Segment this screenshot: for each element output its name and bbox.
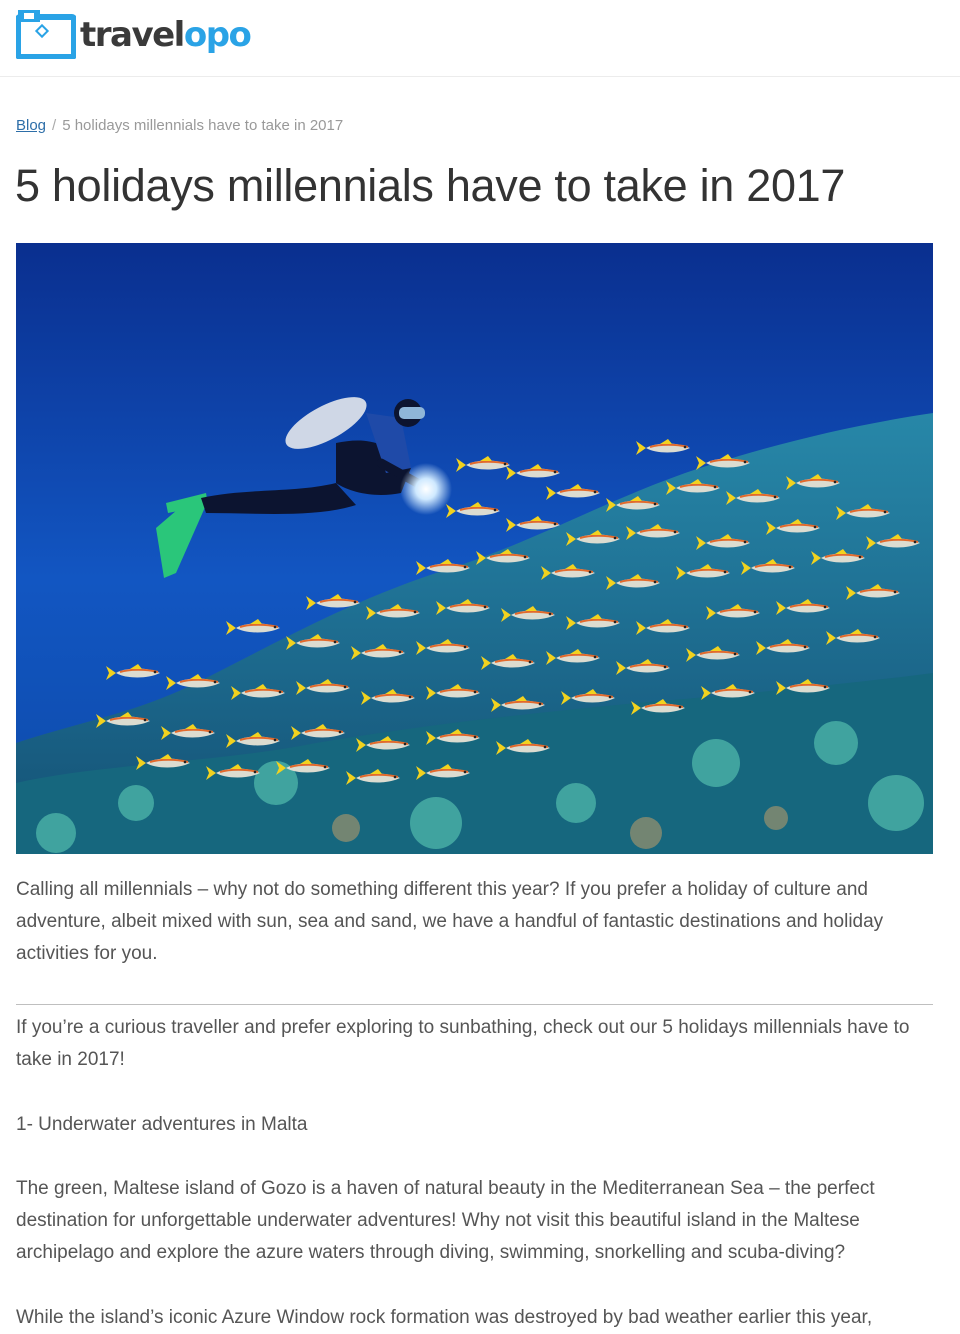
suitcase-logo-icon: [16, 10, 76, 59]
article-divider: [16, 1004, 933, 1005]
breadcrumb: Blog / 5 holidays millennials have to take…: [16, 117, 343, 134]
scuba-diver-photo: [16, 243, 933, 854]
hero-image: [16, 243, 933, 854]
breadcrumb-current: 5 holidays millennials have to take in 2…: [62, 117, 344, 134]
breadcrumb-blog-link[interactable]: Blog: [16, 117, 46, 134]
article-paragraph-azure: While the island’s iconic Azure Window r…: [16, 1307, 873, 1328]
article-paragraph-gozo: The green, Maltese island of Gozo is a h…: [16, 1178, 875, 1263]
page-title: 5 holidays millennials have to take in 2…: [15, 160, 846, 211]
logo-wordmark: travelopo: [80, 15, 252, 55]
article-intro-paragraph: Calling all millennials – why not do som…: [16, 879, 884, 964]
logo-text-travel: travel: [80, 15, 185, 55]
breadcrumb-separator: /: [52, 117, 57, 134]
logo-text-opo: opo: [183, 15, 252, 55]
article-section-heading: 1- Underwater adventures in Malta: [16, 1114, 308, 1135]
site-logo[interactable]: travelopo: [16, 8, 252, 60]
site-header: travelopo: [0, 0, 960, 77]
article-paragraph: If you’re a curious traveller and prefer…: [16, 1017, 910, 1070]
